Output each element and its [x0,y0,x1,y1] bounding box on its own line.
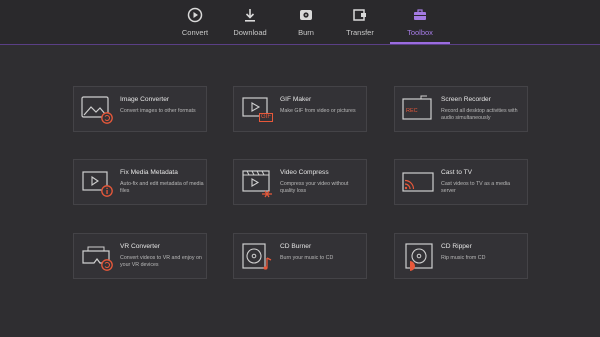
tool-title: CD Ripper [441,243,472,250]
tool-description: Convert images to other formats [120,108,196,114]
download-icon [241,6,259,24]
vr-converter-icon [80,241,114,273]
tool-title: Image Converter [120,96,170,103]
tab-toolbox[interactable]: Toolbox [398,0,442,44]
tool-card-fix-media-metadata[interactable]: Fix Media Metadata Auto-fix and edit met… [73,159,207,205]
tool-card-vr-converter[interactable]: VR Converter Convert videos to VR and en… [73,233,207,279]
tool-title: Cast to TV [441,169,473,176]
tool-card-gif-maker[interactable]: GIF GIF Maker Make GIF from video or pic… [233,86,367,132]
tool-description: Rip music from CD [441,255,486,261]
image-converter-icon [80,94,114,126]
active-tab-indicator [390,42,450,44]
convert-icon [186,6,204,24]
gif-maker-icon: GIF [240,94,274,126]
tool-card-cd-burner[interactable]: CD Burner Burn your music to CD [233,233,367,279]
tool-description: Convert videos to VR and enjoy on your V… [120,255,202,268]
tool-description: Auto-fix and edit metadata of media file… [120,181,204,194]
transfer-icon [351,6,369,24]
tool-card-cd-ripper[interactable]: CD Ripper Rip music from CD [394,233,528,279]
tab-convert-label: Convert [181,28,209,37]
tool-title: Fix Media Metadata [120,169,178,176]
tab-transfer[interactable]: Transfer [340,0,380,44]
screen-recorder-icon: REC [401,94,435,126]
tab-convert[interactable]: Convert [175,0,215,44]
tab-burn[interactable]: Burn [286,0,326,44]
tool-card-screen-recorder[interactable]: REC Screen Recorder Record all desktop a… [394,86,528,132]
toolbox-icon [411,6,429,24]
tab-toolbox-label: Toolbox [407,28,433,37]
tool-card-image-converter[interactable]: Image Converter Convert images to other … [73,86,207,132]
video-compress-icon [240,167,274,199]
tab-burn-label: Burn [298,28,314,37]
tool-description: Make GIF from video or pictures [280,108,356,114]
tool-title: Screen Recorder [441,96,491,103]
tool-description: Record all desktop activities with audio… [441,108,518,121]
top-navigation-bar: Convert Download Burn Transfer Toolbox [0,0,600,45]
cd-burner-icon [240,241,274,273]
tool-card-cast-to-tv[interactable]: Cast to TV Cast videos to TV as a media … [394,159,528,205]
tab-download-label: Download [233,28,267,37]
tab-transfer-label: Transfer [346,28,374,37]
tool-title: CD Burner [280,243,312,250]
cast-tv-icon [401,167,435,199]
tab-download[interactable]: Download [230,0,270,44]
gif-badge: GIF [259,113,273,122]
cd-ripper-icon [401,241,435,273]
tool-description: Compress your video without quality loss [280,181,349,194]
burn-icon [297,6,315,24]
tool-card-video-compress[interactable]: Video Compress Compress your video witho… [233,159,367,205]
tool-description: Cast videos to TV as a media server [441,181,511,194]
tool-title: Video Compress [280,169,329,176]
tool-description: Burn your music to CD [280,255,334,261]
rec-badge: REC [406,108,418,114]
tool-title: GIF Maker [280,96,312,103]
metadata-icon [80,167,114,199]
tool-title: VR Converter [120,243,160,250]
